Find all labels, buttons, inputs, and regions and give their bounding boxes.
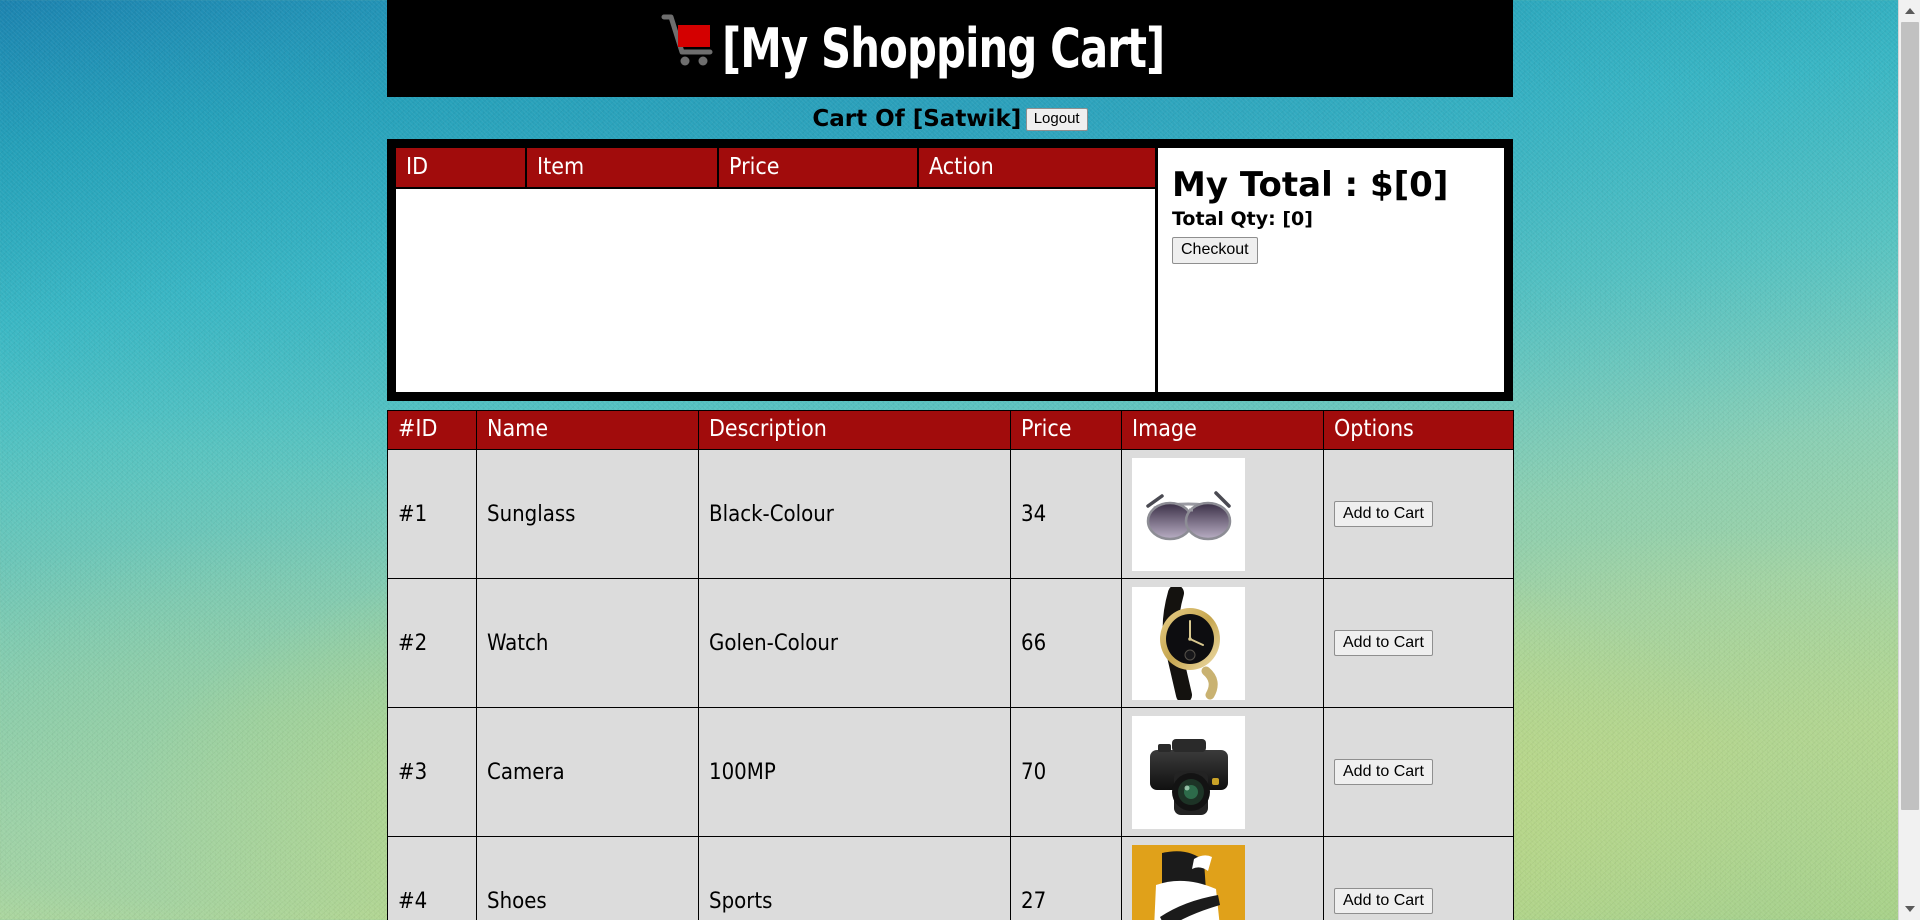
product-cell-price: 70 — [1010, 707, 1122, 837]
product-cell-options: Add to Cart — [1323, 578, 1514, 708]
product-cell-description: 100MP — [698, 707, 1011, 837]
product-row: #2 Watch Golen-Colour 66 Add to Cart — [387, 578, 1514, 708]
product-cell-name: Camera — [476, 707, 699, 837]
product-cell-price: 27 — [1010, 836, 1122, 920]
checkout-button-wrap: Checkout — [1172, 237, 1504, 264]
product-cell-description: Black-Colour — [698, 449, 1011, 579]
watch-image — [1132, 586, 1245, 700]
product-row: #3 Camera 100MP 70 Add to Cart — [387, 707, 1514, 837]
product-cell-description: Sports — [698, 836, 1011, 920]
sunglasses-image — [1132, 457, 1245, 571]
product-table: #ID Name Description Price Image Options… — [387, 410, 1514, 920]
product-cell-name: Watch — [476, 578, 699, 708]
page-content: [My Shopping Cart] Cart Of [Satwik] Logo… — [387, 0, 1514, 920]
cart-panel: ID Item Price Action My Total : $[0] Tot… — [387, 139, 1513, 401]
cart-table-header-row: ID Item Price Action — [396, 148, 1155, 189]
scroll-down-arrow-icon[interactable] — [1899, 898, 1920, 920]
cart-owner-bar: Cart Of [Satwik] Logout — [387, 97, 1513, 139]
cart-col-item: Item — [526, 148, 719, 189]
cart-owner-label: Cart Of [Satwik] — [812, 106, 1022, 132]
add-to-cart-button[interactable]: Add to Cart — [1334, 629, 1433, 657]
camera-image — [1132, 715, 1245, 829]
sneaker-image — [1132, 844, 1245, 920]
cart-col-id: ID — [396, 148, 527, 189]
product-cell-options: Add to Cart — [1323, 707, 1514, 837]
product-col-id: #ID — [387, 410, 477, 450]
product-col-options: Options — [1323, 410, 1514, 450]
product-cell-image — [1121, 449, 1324, 579]
add-to-cart-button[interactable]: Add to Cart — [1334, 758, 1433, 786]
cart-total-amount: My Total : $[0] — [1172, 165, 1449, 205]
product-cell-image — [1121, 836, 1324, 920]
product-cell-image — [1121, 707, 1324, 837]
product-cell-options: Add to Cart — [1323, 449, 1514, 579]
cart-total-panel: My Total : $[0] Total Qty: [0] Checkout — [1158, 148, 1504, 392]
product-table-body: #1 Sunglass Black-Colour 34 Add to Cart #2 Wat… — [387, 449, 1514, 920]
product-cell-price: 66 — [1010, 578, 1122, 708]
product-cell-description: Golen-Colour — [698, 578, 1011, 708]
cart-table-container: ID Item Price Action — [396, 148, 1155, 392]
add-to-cart-button[interactable]: Add to Cart — [1334, 887, 1433, 915]
logout-button[interactable]: Logout — [1025, 107, 1088, 131]
product-col-name: Name — [476, 410, 699, 450]
product-table-header-row: #ID Name Description Price Image Options — [387, 410, 1514, 450]
product-col-price: Price — [1010, 410, 1122, 450]
vertical-scrollbar[interactable] — [1898, 0, 1920, 920]
product-cell-id: #2 — [387, 578, 477, 708]
product-col-image: Image — [1121, 410, 1324, 450]
product-cell-options: Add to Cart — [1323, 836, 1514, 920]
scroll-up-arrow-icon[interactable] — [1899, 0, 1920, 22]
add-to-cart-button[interactable]: Add to Cart — [1334, 500, 1433, 528]
product-cell-id: #3 — [387, 707, 477, 837]
scrollbar-thumb[interactable] — [1901, 22, 1919, 810]
product-cell-name: Sunglass — [476, 449, 699, 579]
product-cell-name: Shoes — [476, 836, 699, 920]
product-cell-id: #4 — [387, 836, 477, 920]
checkout-button[interactable]: Checkout — [1172, 237, 1258, 264]
site-header: [My Shopping Cart] — [387, 0, 1513, 97]
cart-table: ID Item Price Action — [396, 148, 1155, 189]
page-title: [My Shopping Cart] — [721, 16, 1165, 80]
product-row: #1 Sunglass Black-Colour 34 Add to Cart — [387, 449, 1514, 579]
cart-col-action: Action — [918, 148, 1155, 189]
cart-total-qty: Total Qty: [0] — [1172, 207, 1313, 230]
product-cell-id: #1 — [387, 449, 477, 579]
shopping-cart-icon — [658, 11, 720, 78]
product-cell-price: 34 — [1010, 449, 1122, 579]
cart-col-price: Price — [718, 148, 919, 189]
product-row: #4 Shoes Sports 27 Add to Cart — [387, 836, 1514, 920]
product-cell-image — [1121, 578, 1324, 708]
product-col-description: Description — [698, 410, 1011, 450]
